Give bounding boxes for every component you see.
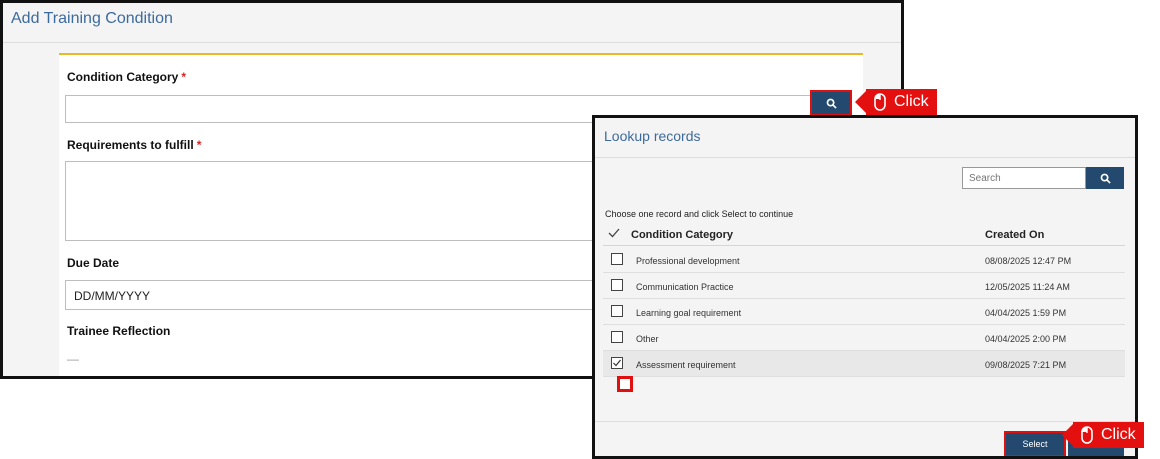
- lookup-footer: Select: [595, 421, 1135, 456]
- lookup-table-header: Condition Category Created On: [603, 221, 1125, 246]
- search-icon: [826, 98, 837, 109]
- row-condition-category: Assessment requirement: [636, 360, 736, 370]
- highlight-marker: [617, 376, 633, 392]
- table-row[interactable]: Other 04/04/2025 2:00 PM: [603, 325, 1125, 351]
- row-checkbox[interactable]: [611, 253, 623, 265]
- trainee-reflection-value: —: [67, 352, 79, 366]
- requirements-label-text: Requirements to fulfill: [67, 138, 194, 152]
- column-header-condition-category[interactable]: Condition Category: [631, 229, 733, 241]
- required-mark: *: [181, 70, 186, 84]
- row-created-on: 04/04/2025 2:00 PM: [985, 334, 1067, 344]
- callout-text: Click: [894, 93, 929, 110]
- table-row[interactable]: Learning goal requirement 04/04/2025 1:5…: [603, 299, 1125, 325]
- table-row[interactable]: Communication Practice 12/05/2025 11:24 …: [603, 273, 1125, 299]
- search-icon: [1100, 173, 1111, 184]
- checkmark-icon: [613, 359, 621, 367]
- checkmark-icon[interactable]: [608, 227, 620, 239]
- form-header: Add Training Condition: [3, 3, 901, 43]
- mouse-icon: [1081, 426, 1093, 444]
- row-condition-category: Professional development: [636, 256, 740, 266]
- select-button[interactable]: Select: [1004, 431, 1066, 456]
- row-checkbox-checked[interactable]: [611, 357, 623, 369]
- callout-arrow: [855, 91, 866, 113]
- column-header-created-on[interactable]: Created On: [985, 229, 1044, 241]
- row-created-on: 04/04/2025 1:59 PM: [985, 308, 1067, 318]
- lookup-header: Lookup records: [595, 118, 1135, 158]
- due-date-placeholder: DD/MM/YYYY: [74, 289, 151, 303]
- row-checkbox[interactable]: [611, 331, 623, 343]
- click-callout-select: Click: [1062, 422, 1144, 448]
- condition-category-label: Condition Category *: [67, 70, 186, 84]
- mouse-icon: [874, 93, 886, 111]
- required-mark: *: [196, 138, 202, 152]
- row-created-on: 08/08/2025 12:47 PM: [985, 256, 1072, 266]
- condition-category-search-button[interactable]: [810, 90, 852, 116]
- row-created-on: 12/05/2025 11:24 AM: [985, 282, 1070, 292]
- due-date-label: Due Date: [67, 256, 120, 270]
- callout-body: Click: [1073, 422, 1144, 448]
- row-condition-category: Communication Practice: [636, 282, 734, 292]
- row-created-on: 09/08/2025 7:21 PM: [985, 360, 1067, 370]
- row-condition-category: Learning goal requirement: [636, 308, 742, 318]
- requirements-label: Requirements to fulfill *: [67, 138, 201, 152]
- lookup-instruction: Choose one record and click Select to co…: [605, 209, 794, 219]
- callout-body: Click: [866, 89, 937, 115]
- row-condition-category: Other: [636, 334, 659, 344]
- trainee-reflection-label: Trainee Reflection: [67, 324, 171, 338]
- lookup-search-button[interactable]: [1086, 167, 1124, 189]
- click-callout-search: Click: [855, 89, 937, 115]
- lookup-records-dialog: Lookup records Choose one record and cli…: [592, 115, 1138, 459]
- table-row-selected[interactable]: Assessment requirement 09/08/2025 7:21 P…: [603, 351, 1125, 377]
- row-checkbox[interactable]: [611, 279, 623, 291]
- lookup-title: Lookup records: [604, 128, 701, 144]
- form-title: Add Training Condition: [11, 10, 173, 27]
- row-checkbox[interactable]: [611, 305, 623, 317]
- condition-category-label-text: Condition Category: [67, 70, 179, 84]
- lookup-search-input[interactable]: [962, 167, 1086, 189]
- table-row[interactable]: Professional development 08/08/2025 12:4…: [603, 247, 1125, 273]
- callout-text: Click: [1101, 426, 1136, 443]
- callout-arrow: [1062, 424, 1073, 446]
